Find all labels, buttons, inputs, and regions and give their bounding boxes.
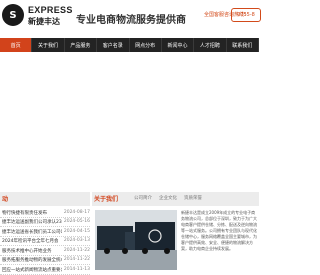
news-item-date: 2014-11-22 bbox=[63, 257, 90, 262]
news-section-title: 动 bbox=[2, 196, 9, 203]
nav-item-clients[interactable]: 客户名录 bbox=[97, 38, 130, 52]
about-description: 新捷丰达是成立2009年成立的专业电子商务物流公司，总部位于深圳，致力于为广大电… bbox=[181, 210, 257, 251]
news-item-title[interactable]: 服务技术推中心开始业务 bbox=[2, 248, 52, 254]
news-list: 物行快捷有限责任发布2024-08-17 捷丰达运送副我们公司承认23.5%20… bbox=[0, 208, 90, 275]
news-item-title[interactable]: 捷丰达运送省长我们员工公司0064到 bbox=[2, 229, 62, 235]
news-item-title[interactable]: 捷丰达运送副我们公司承认23.5% bbox=[2, 219, 62, 225]
nav-item-contact[interactable]: 联系我们 bbox=[227, 38, 259, 52]
news-item-date: 2024-03-13 bbox=[63, 238, 90, 243]
news-item[interactable]: 服务技术推中心开始业务 2024-11-22 bbox=[0, 246, 90, 256]
news-item-title[interactable]: 2024年检讯平台全年七月会 bbox=[2, 238, 58, 244]
news-item-date: 2024-11-22 bbox=[63, 247, 90, 253]
news-item[interactable]: 2024年检讯平台全年七月会 2024-03-13 bbox=[0, 237, 90, 246]
hero-banner bbox=[0, 52, 259, 182]
tab-company-profile[interactable]: 公司简介 bbox=[134, 195, 152, 201]
delivery-trucks-photo bbox=[95, 210, 177, 270]
nav-item-home[interactable]: 首页 bbox=[0, 38, 33, 52]
news-item[interactable]: 回应一站式新闻物流站点重要公告2014-11-13 bbox=[0, 265, 90, 275]
nav-item-jobs[interactable]: 人才招聘 bbox=[194, 38, 227, 52]
news-item[interactable]: 捷丰达运送副我们公司承认23.5%2024-05-16 bbox=[0, 218, 90, 227]
about-section-title: 关于我们 bbox=[94, 196, 119, 203]
news-item-title[interactable]: 回应一站式新闻物流站点重要公告 bbox=[2, 267, 62, 273]
site-header: S EXPRESS 新捷丰达 专业电商物流服务提供商 全国客服咨询热线： 075… bbox=[0, 0, 261, 38]
company-logo[interactable]: S bbox=[2, 4, 24, 26]
news-item[interactable]: 物行快捷有限责任发布 2024-08-17 bbox=[0, 208, 90, 218]
nav-item-network[interactable]: 网点分布 bbox=[130, 38, 162, 52]
news-section-header: 动 bbox=[0, 192, 90, 206]
about-section-header: 关于我们 公司简介 企业文化 资质荣誉 bbox=[92, 192, 259, 206]
news-item-date: 2014-11-13 bbox=[63, 266, 90, 272]
news-item-date: 2024-08-17 bbox=[63, 209, 90, 215]
nav-item-products[interactable]: 产品服务 bbox=[65, 38, 98, 52]
nav-item-about[interactable]: 关于我们 bbox=[32, 38, 65, 52]
tab-culture[interactable]: 企业文化 bbox=[159, 195, 177, 201]
news-item-date: 2024-04-15 bbox=[63, 228, 90, 234]
news-item-date: 2024-05-16 bbox=[63, 219, 90, 224]
main-navigation: 首页 关于我们 产品服务 客户名录 网点分布 新闻中心 人才招聘 联系我们 bbox=[0, 38, 259, 52]
header-slogan: 专业电商物流服务提供商 bbox=[76, 15, 186, 26]
tab-honors[interactable]: 资质荣誉 bbox=[184, 195, 202, 201]
news-item[interactable]: 服务拓服务推动物的发展全统本客户2014-11-22 bbox=[0, 256, 90, 265]
nav-item-news[interactable]: 新闻中心 bbox=[162, 38, 195, 52]
brand-english: EXPRESS bbox=[28, 5, 73, 15]
news-item[interactable]: 捷丰达运送省长我们员工公司0064到2024-04-15 bbox=[0, 227, 90, 237]
news-item-title[interactable]: 服务拓服务推动物的发展全统本客户 bbox=[2, 257, 62, 263]
brand-chinese: 新捷丰达 bbox=[28, 17, 60, 26]
news-item-title[interactable]: 物行快捷有限责任发布 bbox=[2, 210, 47, 216]
hotline-phone[interactable]: 0755-8 bbox=[231, 8, 261, 22]
